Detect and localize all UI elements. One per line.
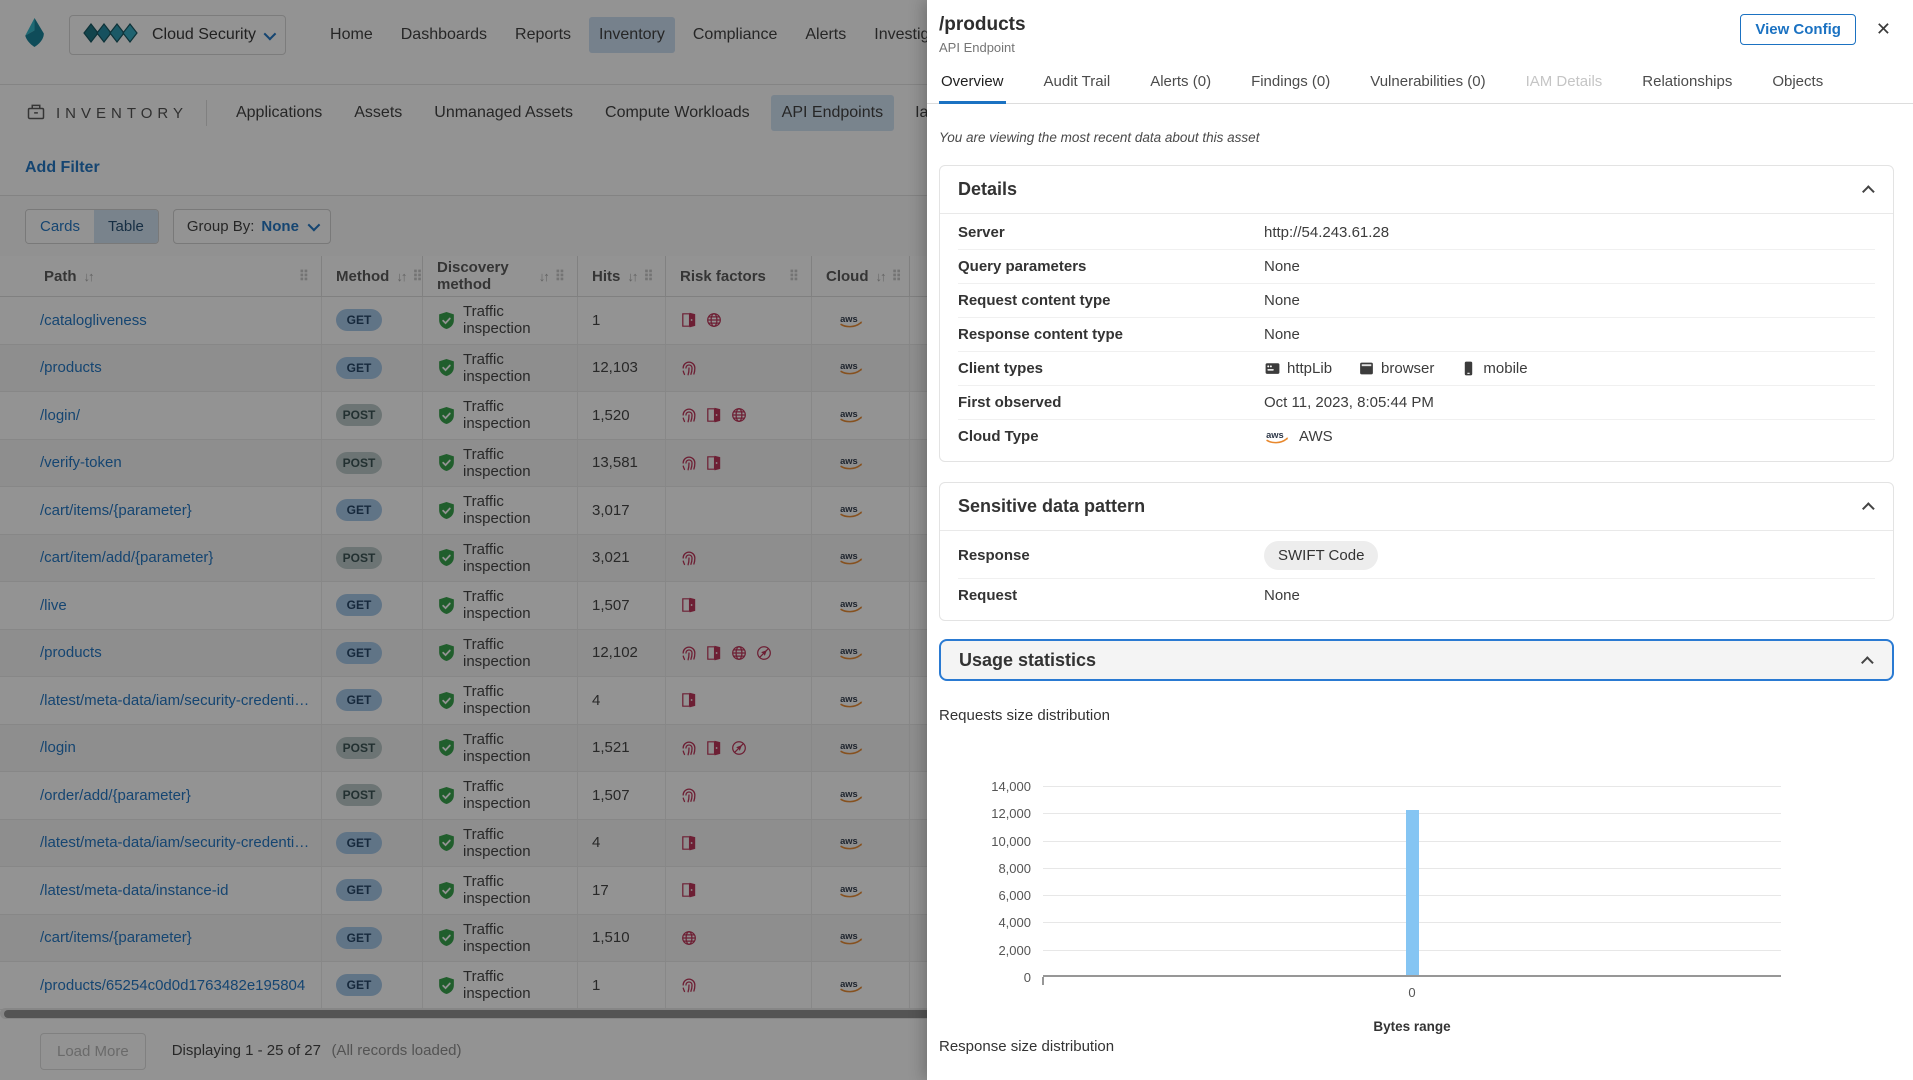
y-axis-tick-label: 0 <box>939 970 1031 985</box>
detail-label: Client types <box>958 360 1264 377</box>
gridline <box>1043 786 1781 787</box>
drawer-subtitle: API Endpoint <box>939 40 1026 55</box>
detail-row-response: ResponseSWIFT Code <box>958 533 1875 579</box>
details-card: Details Serverhttp://54.243.61.28Query p… <box>939 165 1894 462</box>
detail-label: Query parameters <box>958 258 1264 275</box>
client-type-browser: browser <box>1358 360 1434 377</box>
detail-label: Request content type <box>958 292 1264 309</box>
y-axis-tick-label: 12,000 <box>939 806 1031 821</box>
detail-value: None <box>1264 326 1875 343</box>
detail-value: None <box>1264 292 1875 309</box>
drawer-tab-iam-details: IAM Details <box>1524 63 1605 103</box>
requests-chart-title: Requests size distribution <box>939 707 1894 724</box>
usage-statistics-header[interactable]: Usage statistics <box>939 639 1894 681</box>
sensitive-card-body: ResponseSWIFT CodeRequestNone <box>940 531 1893 620</box>
requests-size-chart: 14,000 12,000 10,000 8,000 6,000 4,000 2,000 0 0… <box>939 734 1894 1034</box>
client-type-label: mobile <box>1483 360 1527 377</box>
detail-value: aws AWS <box>1264 428 1875 445</box>
detail-value: None <box>1264 587 1875 604</box>
detail-row-server: Serverhttp://54.243.61.28 <box>958 216 1875 250</box>
drawer-title: /products <box>939 14 1026 36</box>
detail-row-cloud-type: Cloud Typeaws AWS <box>958 420 1875 453</box>
drawer-tab-findings-0[interactable]: Findings (0) <box>1249 63 1332 103</box>
drawer-actions: View Config ✕ <box>1740 14 1895 45</box>
drawer-tabs: Overview Audit Trail Alerts (0) Findings (0… <box>927 63 1913 104</box>
detail-value: httpLib browser mobile <box>1264 360 1875 377</box>
sensitive-card-title: Sensitive data pattern <box>958 496 1145 517</box>
sensitive-data-card: Sensitive data pattern ResponseSWIFT Cod… <box>939 482 1894 621</box>
details-card-title: Details <box>958 179 1017 200</box>
asset-detail-drawer: /products API Endpoint View Config ✕ Ove… <box>927 0 1913 1080</box>
detail-label: Cloud Type <box>958 428 1264 445</box>
aws-icon: aws <box>1264 428 1291 445</box>
client-type-mobile: mobile <box>1460 360 1527 377</box>
detail-label: Server <box>958 224 1264 241</box>
details-card-header[interactable]: Details <box>940 166 1893 214</box>
detail-row-response-content-type: Response content typeNone <box>958 318 1875 352</box>
client-type-label: httpLib <box>1287 360 1332 377</box>
detail-label: Response <box>958 547 1264 564</box>
y-axis-tick-label: 14,000 <box>939 779 1031 794</box>
y-axis-tick-label: 10,000 <box>939 834 1031 849</box>
response-chart-title: Response size distribution <box>939 1038 1894 1055</box>
detail-row-client-types: Client types httpLib browser mobile <box>958 352 1875 386</box>
drawer-tab-audit-trail[interactable]: Audit Trail <box>1042 63 1113 103</box>
detail-row-request-content-type: Request content typeNone <box>958 284 1875 318</box>
detail-value: None <box>1264 258 1875 275</box>
close-icon[interactable]: ✕ <box>1872 15 1895 44</box>
details-card-body: Serverhttp://54.243.61.28Query parameter… <box>940 214 1893 461</box>
chevron-up-icon[interactable] <box>1861 656 1874 669</box>
drawer-header: /products API Endpoint View Config ✕ <box>927 0 1913 55</box>
chevron-up-icon[interactable] <box>1862 185 1875 198</box>
client-type-httplib: httpLib <box>1264 360 1332 377</box>
detail-label: Response content type <box>958 326 1264 343</box>
drawer-tab-alerts-0[interactable]: Alerts (0) <box>1148 63 1213 103</box>
httplib-icon <box>1264 360 1281 377</box>
x-axis-tick-label: 0 <box>1408 985 1415 1000</box>
usage-statistics-title: Usage statistics <box>959 650 1096 671</box>
drawer-content: You are viewing the most recent data abo… <box>927 130 1913 1055</box>
drawer-tab-vulnerabilities-0[interactable]: Vulnerabilities (0) <box>1368 63 1487 103</box>
svg-text:aws: aws <box>1266 430 1284 440</box>
drawer-tab-relationships[interactable]: Relationships <box>1640 63 1734 103</box>
detail-row-first-observed: First observedOct 11, 2023, 8:05:44 PM <box>958 386 1875 420</box>
axis-tick <box>1042 977 1044 985</box>
sensitive-data-badge: SWIFT Code <box>1264 541 1378 570</box>
bar-0 <box>1406 810 1419 975</box>
detail-label: First observed <box>958 394 1264 411</box>
detail-value: SWIFT Code <box>1264 541 1875 570</box>
detail-row-request: RequestNone <box>958 579 1875 612</box>
view-config-button[interactable]: View Config <box>1740 14 1856 45</box>
y-axis-tick-label: 4,000 <box>939 915 1031 930</box>
cloud-type-label: AWS <box>1299 428 1333 445</box>
y-axis-tick-label: 2,000 <box>939 943 1031 958</box>
chart-plot-area <box>1043 786 1781 977</box>
y-axis-tick-label: 6,000 <box>939 888 1031 903</box>
drawer-tab-overview[interactable]: Overview <box>939 63 1006 103</box>
detail-value: http://54.243.61.28 <box>1264 224 1875 241</box>
recent-data-notice: You are viewing the most recent data abo… <box>939 130 1894 145</box>
detail-row-query-parameters: Query parametersNone <box>958 250 1875 284</box>
x-axis-label: Bytes range <box>1373 1019 1450 1034</box>
modal-dim-overlay[interactable] <box>0 0 927 1080</box>
mobile-icon <box>1460 360 1477 377</box>
y-axis-tick-label: 8,000 <box>939 861 1031 876</box>
sensitive-card-header[interactable]: Sensitive data pattern <box>940 483 1893 531</box>
chevron-up-icon[interactable] <box>1862 502 1875 515</box>
browser-icon <box>1358 360 1375 377</box>
detail-label: Request <box>958 587 1264 604</box>
drawer-tab-objects[interactable]: Objects <box>1770 63 1825 103</box>
client-type-label: browser <box>1381 360 1434 377</box>
detail-value: Oct 11, 2023, 8:05:44 PM <box>1264 394 1875 411</box>
